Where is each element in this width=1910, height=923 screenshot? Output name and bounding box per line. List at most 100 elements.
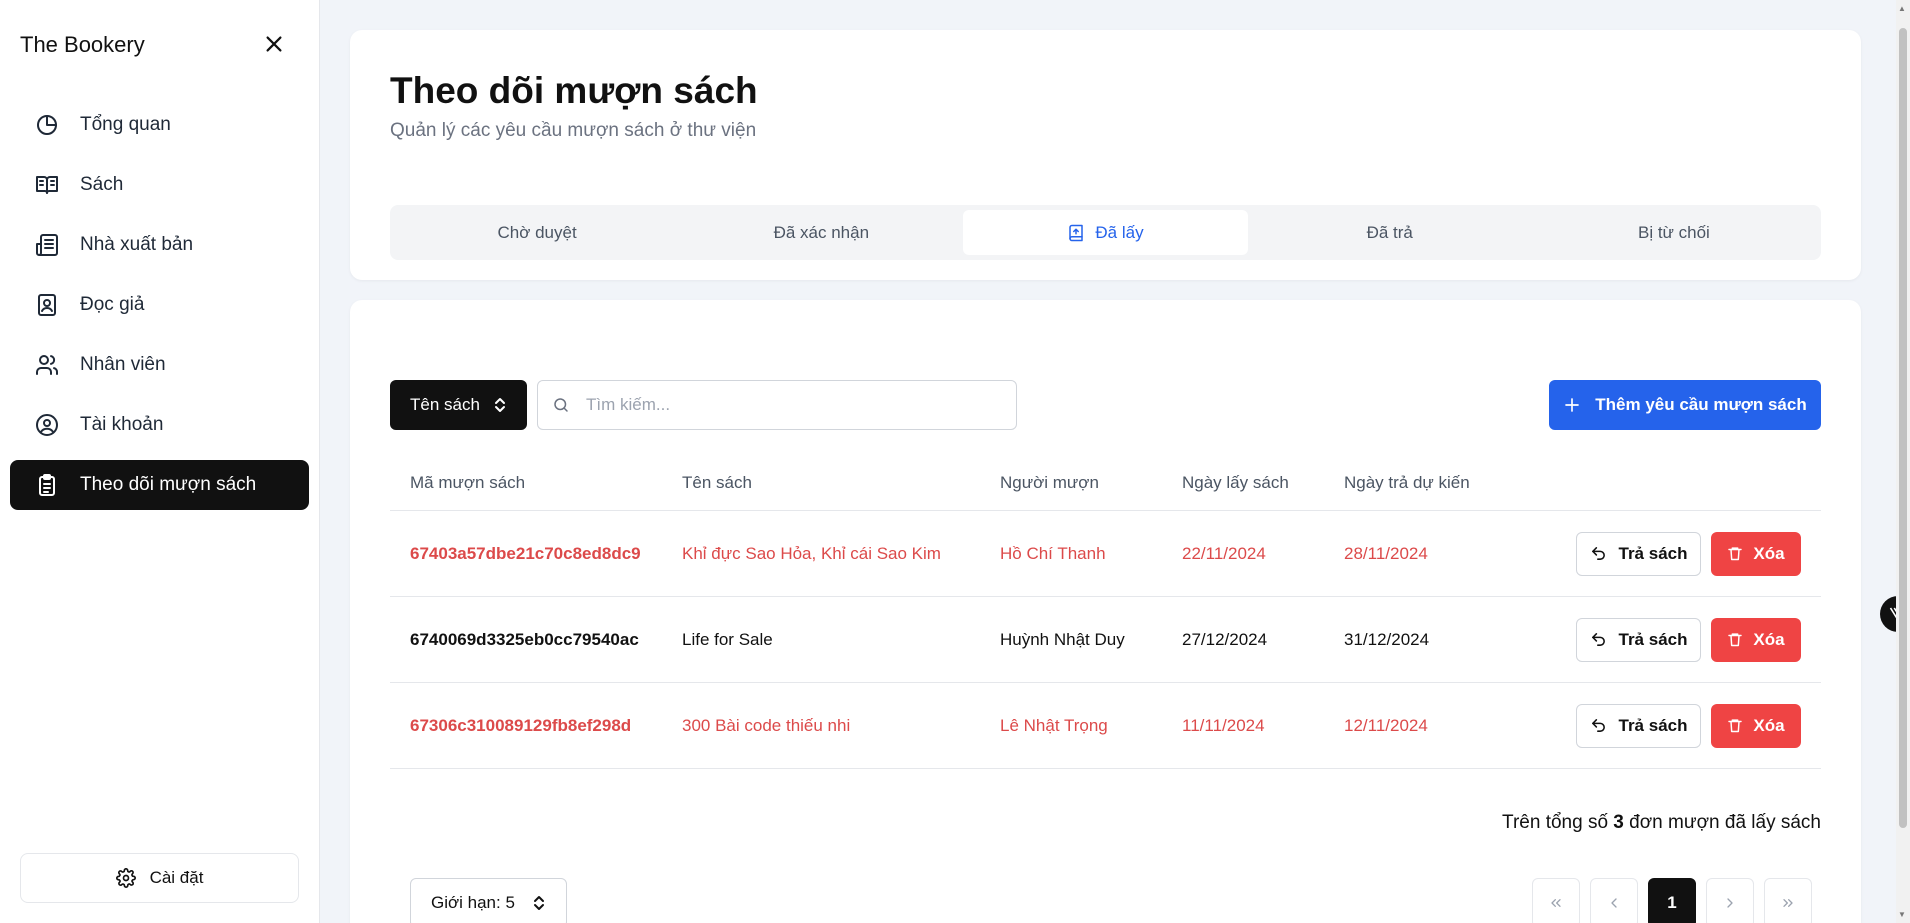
- column-header[interactable]: Ngày trả dự kiến: [1344, 473, 1544, 493]
- last-page-button[interactable]: [1764, 878, 1812, 923]
- delete-label: Xóa: [1753, 543, 1785, 563]
- trash-icon: [1727, 717, 1743, 734]
- first-page-button[interactable]: [1532, 878, 1580, 923]
- sidebar-item-readers[interactable]: Đọc giả: [10, 280, 309, 330]
- sidebar-item-borrow-tracking[interactable]: Theo dõi mượn sách: [10, 460, 309, 510]
- summary-prefix: Trên tổng số: [1502, 812, 1609, 833]
- chevron-right-icon: [1727, 898, 1733, 908]
- undo-icon: [1590, 545, 1607, 562]
- gear-icon: [115, 868, 136, 888]
- summary-count: 3: [1613, 812, 1624, 833]
- add-borrow-request-button[interactable]: Thêm yêu cầu mượn sách: [1549, 380, 1821, 430]
- column-header[interactable]: Mã mượn sách: [390, 473, 682, 493]
- chevron-left-icon: [1611, 898, 1617, 908]
- tab-returned[interactable]: Đã trả: [1248, 210, 1532, 255]
- clipboard-list-icon: [34, 472, 60, 498]
- return-label: Trả sách: [1618, 543, 1688, 563]
- summary-suffix: đơn mượn đã lấy sách: [1629, 812, 1821, 833]
- close-icon: [266, 36, 282, 52]
- newspaper-icon: [34, 232, 60, 258]
- delete-button[interactable]: Xóa: [1711, 617, 1801, 662]
- page-title: Theo dõi mượn sách: [390, 70, 758, 111]
- due-date: 12/11/2024: [1344, 715, 1428, 735]
- book-open-icon: [34, 172, 60, 198]
- contact-book-icon: [34, 292, 60, 318]
- row-actions: Trả sách Xóa: [1544, 617, 1821, 662]
- tab-picked-up[interactable]: Đã lấy: [963, 210, 1248, 255]
- borrower-name: Lê Nhật Trọng: [1000, 715, 1108, 735]
- sidebar: The Bookery Tổng quan Sách Nhà xuất bản: [0, 0, 320, 923]
- pickup-date: 27/12/2024: [1182, 629, 1268, 649]
- trash-icon: [1727, 631, 1743, 648]
- scroll-down-arrow-icon[interactable]: ▼: [1898, 910, 1906, 919]
- pickup-date: 11/11/2024: [1182, 715, 1265, 735]
- sidebar-item-label: Đọc giả: [80, 294, 145, 315]
- settings-label: Cài đặt: [149, 868, 204, 887]
- chevrons-left-icon: [1551, 899, 1561, 907]
- search-input[interactable]: [586, 395, 986, 415]
- tab-pending[interactable]: Chờ duyệt: [395, 210, 679, 255]
- close-sidebar-button[interactable]: [260, 30, 288, 58]
- page-size-select[interactable]: Giới hạn: 5: [410, 878, 567, 923]
- pagination: 1: [1532, 878, 1812, 923]
- return-book-button[interactable]: Trả sách: [1576, 703, 1701, 748]
- tab-rejected[interactable]: Bị từ chối: [1532, 210, 1816, 255]
- return-label: Trả sách: [1618, 715, 1688, 735]
- table-row: 6740069d3325eb0cc79540ac Life for Sale H…: [390, 597, 1821, 683]
- row-actions: Trả sách Xóa: [1544, 531, 1821, 576]
- column-header[interactable]: Tên sách: [682, 473, 1000, 493]
- add-button-label: Thêm yêu cầu mượn sách: [1595, 395, 1807, 414]
- borrow-id: 6740069d3325eb0cc79540ac: [410, 629, 639, 649]
- return-book-button[interactable]: Trả sách: [1576, 531, 1701, 576]
- sidebar-item-staff[interactable]: Nhân viên: [10, 340, 309, 390]
- pickup-date: 22/11/2024: [1182, 543, 1266, 563]
- table-row: 67306c310089129fb8ef298d 300 Bài code th…: [390, 683, 1821, 769]
- tab-label: Chờ duyệt: [497, 222, 577, 242]
- delete-button[interactable]: Xóa: [1711, 703, 1801, 748]
- return-label: Trả sách: [1618, 629, 1688, 649]
- scroll-up-arrow-icon[interactable]: ▲: [1898, 4, 1906, 13]
- sidebar-item-account[interactable]: Tài khoản: [10, 400, 309, 450]
- chevrons-right-icon: [1783, 899, 1793, 907]
- tab-label: Đã lấy: [1095, 222, 1144, 242]
- undo-icon: [1590, 631, 1607, 648]
- return-book-button[interactable]: Trả sách: [1576, 617, 1701, 662]
- app-title: The Bookery: [20, 32, 145, 57]
- sidebar-item-label: Nhân viên: [80, 354, 166, 375]
- table-row: 67403a57dbe21c70c8ed8dc9 Khỉ đực Sao Hỏa…: [390, 511, 1821, 597]
- book-upload-icon: [1067, 224, 1085, 242]
- book-title: 300 Bài code thiếu nhi: [682, 715, 851, 735]
- page-size-label: Giới hạn: 5: [431, 893, 515, 912]
- user-circle-icon: [34, 412, 60, 438]
- delete-label: Xóa: [1753, 715, 1785, 735]
- page-scrollbar[interactable]: ▲ ▼: [1896, 0, 1910, 923]
- row-actions: Trả sách Xóa: [1544, 703, 1821, 748]
- pie-chart-icon: [34, 112, 60, 138]
- sidebar-item-overview[interactable]: Tổng quan: [10, 100, 309, 150]
- sidebar-item-label: Nhà xuất bản: [80, 234, 194, 255]
- sidebar-item-books[interactable]: Sách: [10, 160, 309, 210]
- book-title: Life for Sale: [682, 629, 773, 649]
- previous-page-button[interactable]: [1590, 878, 1638, 923]
- borrower-name: Hồ Chí Thanh: [1000, 543, 1106, 563]
- sidebar-item-publishers[interactable]: Nhà xuất bản: [10, 220, 309, 270]
- tab-confirmed[interactable]: Đã xác nhận: [679, 210, 963, 255]
- plus-icon: [1563, 396, 1581, 414]
- borrow-table: Mã mượn sách Tên sách Người mượn Ngày lấ…: [390, 455, 1821, 769]
- scrollbar-thumb[interactable]: [1899, 28, 1907, 828]
- users-icon: [34, 352, 60, 378]
- book-title: Khỉ đực Sao Hỏa, Khỉ cái Sao Kim: [682, 543, 941, 563]
- column-header[interactable]: Người mượn: [1000, 473, 1182, 493]
- delete-button[interactable]: Xóa: [1711, 531, 1801, 576]
- settings-button[interactable]: Cài đặt: [20, 853, 299, 903]
- sidebar-item-label: Tài khoản: [80, 414, 164, 435]
- page-number-button[interactable]: 1: [1648, 878, 1696, 923]
- search-field-select[interactable]: Tên sách: [390, 380, 527, 430]
- tab-label: Đã xác nhận: [773, 222, 870, 242]
- borrow-id: 67306c310089129fb8ef298d: [410, 715, 632, 735]
- status-tabs: Chờ duyệt Đã xác nhận Đã lấy Đã trả Bị t…: [390, 205, 1821, 260]
- column-header[interactable]: Ngày lấy sách: [1182, 473, 1344, 493]
- next-page-button[interactable]: [1706, 878, 1754, 923]
- trash-icon: [1727, 545, 1743, 562]
- sidebar-item-label: Theo dõi mượn sách: [80, 474, 257, 495]
